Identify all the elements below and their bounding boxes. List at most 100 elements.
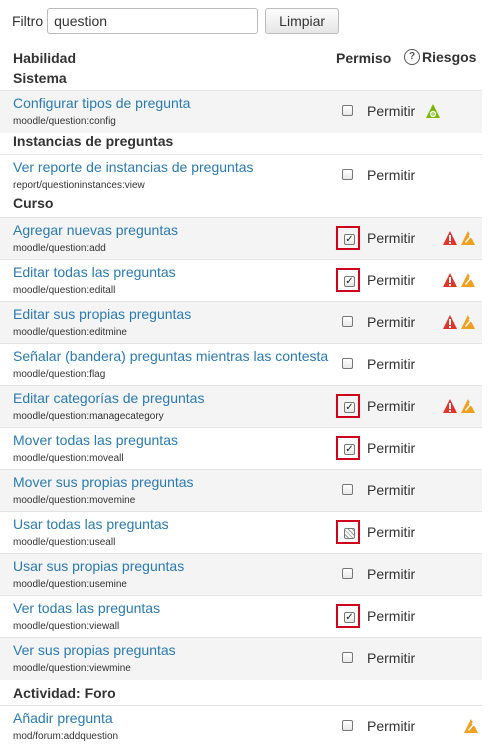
filter-bar: Filtro Limpiar (12, 7, 340, 35)
permission-label: Permitir (367, 272, 416, 288)
highlight-box (336, 520, 360, 544)
spam-risk-icon[interactable] (460, 398, 476, 414)
capability-id: moodle/question:config (13, 116, 116, 127)
permission-label: Permitir (367, 398, 416, 414)
permission-checkbox[interactable] (342, 105, 353, 116)
capability-row: Agregar nuevas preguntas moodle/question:… (0, 217, 482, 260)
capability-link[interactable]: Ver todas las preguntas (13, 600, 160, 616)
permission-checkbox[interactable]: ✓ (344, 402, 355, 413)
checkbox-cell (336, 310, 360, 334)
permission-label: Permitir (367, 608, 416, 624)
capability-link[interactable]: Ver sus propias preguntas (13, 642, 176, 658)
capability-row: Editar categorías de preguntas moodle/que… (0, 385, 482, 428)
capability-id: moodle/question:movemine (13, 495, 136, 506)
capability-link[interactable]: Señalar (bandera) preguntas mientras las… (13, 348, 328, 364)
filter-input[interactable] (47, 8, 259, 34)
capability-id: moodle/question:moveall (13, 453, 124, 464)
checkbox-cell (336, 352, 360, 376)
section-heading: Instancias de preguntas (13, 133, 174, 149)
capability-row: Mover todas las preguntas moodle/question… (0, 427, 482, 470)
permission-label: Permitir (367, 356, 416, 372)
permission-checkbox[interactable] (344, 528, 355, 539)
section-heading: Actividad: Foro (13, 685, 116, 701)
permission-checkbox[interactable] (342, 484, 353, 495)
permission-label: Permitir (367, 230, 416, 246)
capability-id: moodle/question:editall (13, 285, 116, 296)
capability-row: Ver sus propias preguntas moodle/question… (0, 637, 482, 680)
capability-row: Mover sus propias preguntas moodle/questi… (0, 469, 482, 512)
permission-checkbox[interactable]: ✓ (344, 276, 355, 287)
permission-checkbox[interactable] (342, 358, 353, 369)
highlight-box: ✓ (336, 226, 360, 250)
permission-label: Permitir (367, 103, 416, 119)
risk-icons (463, 718, 479, 734)
checkbox-cell (336, 99, 360, 123)
capability-id: moodle/question:usemine (13, 579, 127, 590)
highlight-box: ✓ (336, 394, 360, 418)
capability-row: Configurar tipos de pregunta moodle/quest… (0, 90, 482, 133)
capability-row: Señalar (bandera) preguntas mientras las… (0, 343, 482, 386)
capability-id: moodle/question:useall (13, 537, 116, 548)
highlight-box: ✓ (336, 604, 360, 628)
capability-link[interactable]: Editar todas las preguntas (13, 264, 176, 280)
capability-link[interactable]: Editar categorías de preguntas (13, 390, 204, 406)
permission-checkbox[interactable] (342, 652, 353, 663)
xss-risk-icon[interactable] (442, 230, 458, 246)
checkbox-cell (336, 163, 360, 187)
capability-link[interactable]: Añadir pregunta (13, 710, 113, 726)
capability-link[interactable]: Agregar nuevas preguntas (13, 222, 178, 238)
spam-risk-icon[interactable] (460, 272, 476, 288)
permission-checkbox[interactable]: ✓ (344, 444, 355, 455)
permission-label: Permitir (367, 482, 416, 498)
risk-icons (442, 314, 476, 330)
spam-risk-icon[interactable] (463, 718, 479, 734)
capability-link[interactable]: Mover sus propias preguntas (13, 474, 194, 490)
capability-id: moodle/question:viewmine (13, 663, 131, 674)
header-permission: Permiso (336, 50, 392, 66)
spam-risk-icon[interactable] (460, 314, 476, 330)
checkbox-cell (336, 562, 360, 586)
capability-id: moodle/question:add (13, 243, 106, 254)
clear-button[interactable]: Limpiar (265, 8, 340, 34)
xss-risk-icon[interactable] (442, 272, 458, 288)
checkbox-cell (336, 478, 360, 502)
capability-id: moodle/question:flag (13, 369, 106, 380)
capability-row: Editar todas las preguntas moodle/questio… (0, 259, 482, 302)
capability-link[interactable]: Configurar tipos de pregunta (13, 95, 190, 111)
permission-checkbox[interactable]: ✓ (344, 234, 355, 245)
capability-id: moodle/question:managecategory (13, 411, 164, 422)
permission-label: Permitir (367, 718, 416, 734)
xss-risk-icon[interactable] (442, 314, 458, 330)
permission-checkbox[interactable] (342, 720, 353, 731)
config-icon[interactable] (425, 103, 441, 119)
risk-icons (442, 230, 476, 246)
spam-risk-icon[interactable] (460, 230, 476, 246)
help-icon[interactable]: ? (404, 49, 420, 65)
capability-row: Usar sus propias preguntas moodle/questio… (0, 553, 482, 596)
risk-icons (442, 398, 476, 414)
capability-row: Usar todas las preguntas moodle/question:… (0, 511, 482, 554)
header-risks: ? Riesgos (404, 49, 476, 65)
capability-link[interactable]: Mover todas las preguntas (13, 432, 178, 448)
capability-row: Editar sus propias preguntas moodle/quest… (0, 301, 482, 344)
permission-checkbox[interactable] (342, 568, 353, 579)
permission-label: Permitir (367, 167, 416, 183)
header-risks-label: Riesgos (422, 49, 477, 65)
xss-risk-icon[interactable] (442, 398, 458, 414)
permission-label: Permitir (367, 440, 416, 456)
permission-checkbox[interactable] (342, 316, 353, 327)
checkbox-cell (336, 646, 360, 670)
section-heading: Sistema (13, 70, 67, 86)
risk-icons (442, 272, 476, 288)
capability-link[interactable]: Editar sus propias preguntas (13, 306, 191, 322)
permission-label: Permitir (367, 524, 416, 540)
checkbox-cell (336, 714, 360, 738)
capability-row: Añadir pregunta mod/forum:addquestion Perm… (0, 705, 482, 748)
capability-link[interactable]: Ver reporte de instancias de preguntas (13, 159, 254, 175)
capability-link[interactable]: Usar sus propias preguntas (13, 558, 184, 574)
capability-link[interactable]: Usar todas las preguntas (13, 516, 169, 532)
permission-checkbox[interactable] (342, 169, 353, 180)
capability-id: report/questioninstances:view (13, 180, 145, 191)
capability-id: mod/forum:addquestion (13, 731, 119, 742)
permission-checkbox[interactable]: ✓ (344, 612, 355, 623)
